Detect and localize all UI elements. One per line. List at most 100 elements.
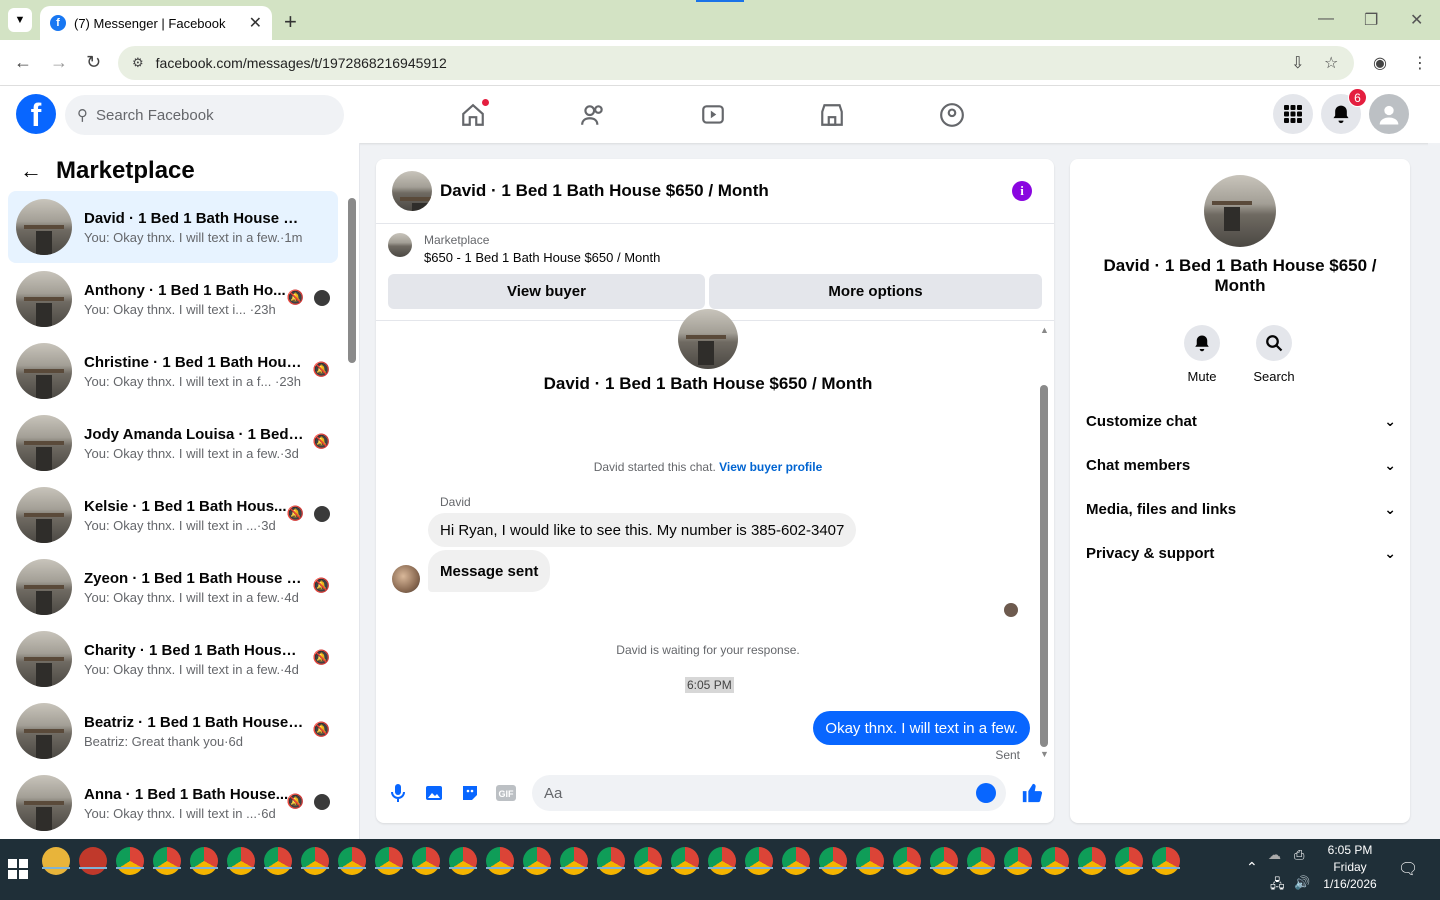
outgoing-message-bubble[interactable]: Okay thnx. I will text in a few.	[813, 711, 1030, 745]
photo-icon[interactable]	[424, 783, 444, 803]
list-scrollbar[interactable]	[348, 198, 356, 363]
chrome-window-icon[interactable]	[227, 847, 255, 875]
chrome-window-icon[interactable]	[708, 847, 736, 875]
search-input[interactable]: ⚲ Search Facebook	[65, 95, 344, 135]
file-explorer-icon[interactable]	[42, 847, 70, 875]
browser-tab[interactable]: f (7) Messenger | Facebook ✕	[40, 6, 272, 40]
microphone-icon[interactable]	[388, 783, 408, 803]
chrome-window-icon[interactable]	[856, 847, 884, 875]
chrome-window-icon[interactable]	[745, 847, 773, 875]
bookmark-star-icon[interactable]: ☆	[1324, 53, 1338, 73]
back-arrow-icon[interactable]: ←	[20, 158, 42, 184]
chat-list-item[interactable]: Kelsie · 1 Bed 1 Bath Hous... You: Okay t…	[8, 479, 338, 551]
chrome-window-icon[interactable]	[1041, 847, 1069, 875]
chrome-window-icon[interactable]	[967, 847, 995, 875]
browser-menu-icon[interactable]: ⋮	[1412, 53, 1428, 73]
chrome-window-icon[interactable]	[893, 847, 921, 875]
chrome-window-icon[interactable]	[449, 847, 477, 875]
sticker-icon[interactable]	[460, 783, 480, 803]
facebook-logo-icon[interactable]: f	[16, 94, 56, 134]
notification-center-icon[interactable]: 🗨	[1398, 859, 1418, 879]
chat-list-item[interactable]: Charity · 1 Bed 1 Bath House $... You: Ok…	[8, 623, 338, 695]
view-buyer-profile-link[interactable]: View buyer profile	[719, 460, 822, 474]
back-button[interactable]: ←	[14, 52, 32, 73]
chrome-window-icon[interactable]	[1152, 847, 1180, 875]
chat-list-item[interactable]: Anthony · 1 Bed 1 Bath Ho... You: Okay th…	[8, 263, 338, 335]
restore-button[interactable]: ❐	[1364, 10, 1378, 30]
close-tab-icon[interactable]: ✕	[249, 13, 262, 33]
info-icon[interactable]: i	[1012, 181, 1032, 201]
chrome-window-icon[interactable]	[782, 847, 810, 875]
message-scrollbar[interactable]	[1040, 385, 1048, 747]
chrome-window-icon[interactable]	[597, 847, 625, 875]
install-app-icon[interactable]: ⇩	[1291, 53, 1304, 73]
gif-icon[interactable]: GIF	[496, 783, 516, 803]
chrome-window-icon[interactable]	[301, 847, 329, 875]
network-icon[interactable]: 🖧	[1270, 875, 1285, 897]
chat-list-item[interactable]: Christine · 1 Bed 1 Bath House... You: Ok…	[8, 335, 338, 407]
sender-avatar[interactable]	[392, 565, 420, 593]
chat-list-item[interactable]: Anna · 1 Bed 1 Bath House... You: Okay th…	[8, 767, 338, 839]
chrome-window-icon[interactable]	[375, 847, 403, 875]
search-conversation-button[interactable]: Search	[1244, 325, 1304, 384]
chrome-window-icon[interactable]	[930, 847, 958, 875]
incoming-message-bubble[interactable]: Hi Ryan, I would like to see this. My nu…	[428, 513, 857, 547]
video-icon[interactable]	[698, 100, 728, 130]
profile-icon[interactable]: ◉	[1373, 53, 1387, 73]
windows-start-icon[interactable]	[8, 859, 28, 879]
groups-icon[interactable]	[937, 100, 967, 130]
show-hidden-icons[interactable]: ⌃	[1246, 859, 1258, 876]
details-section-row[interactable]: Privacy & support ⌄	[1086, 531, 1396, 575]
mute-button[interactable]: Mute	[1172, 325, 1232, 384]
chat-list-item[interactable]: Zyeon · 1 Bed 1 Bath House $6... You: Oka…	[8, 551, 338, 623]
message-sent-bubble[interactable]: Message sent	[428, 550, 551, 592]
page-scrollbar[interactable]	[1428, 143, 1440, 839]
chrome-window-icon[interactable]	[1078, 847, 1106, 875]
site-info-icon[interactable]: ⚙	[132, 55, 144, 71]
account-avatar[interactable]	[1369, 94, 1409, 134]
chat-list-item[interactable]: David · 1 Bed 1 Bath House $650... You: O…	[8, 191, 338, 263]
scroll-up-arrow-icon[interactable]: ▲	[1040, 325, 1049, 335]
chrome-window-icon[interactable]	[190, 847, 218, 875]
details-section-row[interactable]: Customize chat ⌄	[1086, 399, 1396, 443]
scroll-down-arrow-icon[interactable]: ▼	[1040, 749, 1049, 759]
tab-search-button[interactable]: ▼	[8, 8, 32, 32]
marketplace-icon[interactable]	[817, 100, 847, 130]
conversation-title[interactable]: David · 1 Bed 1 Bath House $650 / Month	[440, 181, 769, 201]
menu-grid-icon[interactable]	[1273, 94, 1313, 134]
thumbs-up-icon[interactable]	[1020, 781, 1044, 805]
volume-icon[interactable]: 🔊	[1294, 875, 1310, 891]
clock[interactable]: 6:05 PM Friday 1/16/2026	[1322, 843, 1378, 891]
chrome-window-icon[interactable]	[560, 847, 588, 875]
chrome-window-icon[interactable]	[523, 847, 551, 875]
forward-button[interactable]: →	[50, 52, 68, 73]
listing-thumbnail[interactable]	[388, 233, 412, 257]
url-field[interactable]: ⚙ facebook.com/messages/t/19728682169459…	[118, 46, 1354, 80]
chrome-window-icon[interactable]	[634, 847, 662, 875]
view-buyer-button[interactable]: View buyer	[388, 274, 705, 309]
chrome-window-icon[interactable]	[338, 847, 366, 875]
chrome-window-icon[interactable]	[116, 847, 144, 875]
conversation-avatar[interactable]	[392, 171, 432, 211]
chrome-window-icon[interactable]	[153, 847, 181, 875]
chrome-window-icon[interactable]	[819, 847, 847, 875]
details-avatar[interactable]	[1204, 175, 1276, 247]
chrome-window-icon[interactable]	[486, 847, 514, 875]
chrome-window-icon[interactable]	[264, 847, 292, 875]
home-icon[interactable]	[458, 98, 490, 130]
chrome-window-icon[interactable]	[412, 847, 440, 875]
app-icon[interactable]	[79, 847, 107, 875]
meet-now-icon[interactable]: ⎙	[1294, 847, 1304, 863]
details-section-row[interactable]: Chat members ⌄	[1086, 443, 1396, 487]
chat-list-item[interactable]: Jody Amanda Louisa · 1 Bed 1 ... You: Oka…	[8, 407, 338, 479]
chrome-window-icon[interactable]	[671, 847, 699, 875]
onedrive-icon[interactable]: ☁	[1268, 847, 1281, 863]
notifications-bell-icon[interactable]: 6	[1321, 88, 1367, 134]
reload-button[interactable]: ↻	[86, 52, 101, 73]
chat-list-item[interactable]: Beatriz · 1 Bed 1 Bath House $... Beatriz…	[8, 695, 338, 767]
emoji-icon[interactable]	[976, 783, 996, 803]
minimize-button[interactable]: —	[1318, 10, 1334, 28]
friends-icon[interactable]	[578, 100, 608, 130]
message-input[interactable]: Aa	[532, 775, 1006, 811]
chrome-window-icon[interactable]	[1115, 847, 1143, 875]
